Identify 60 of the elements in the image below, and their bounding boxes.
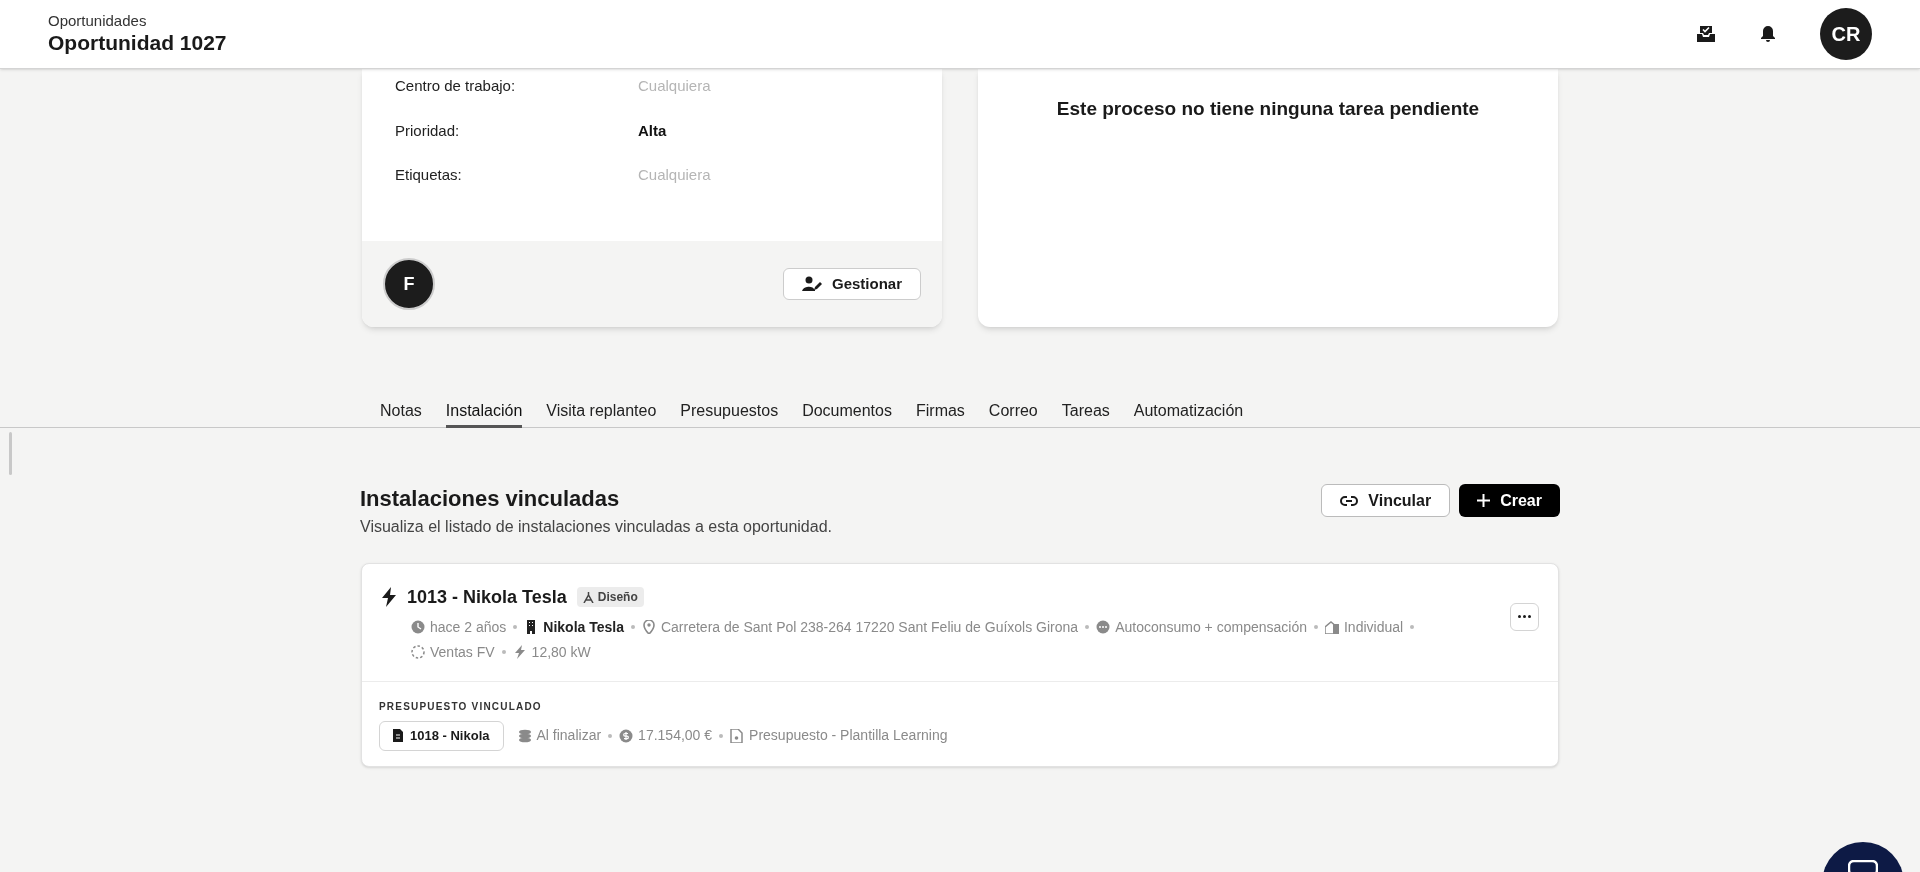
inbox-check-icon[interactable] — [1696, 25, 1716, 43]
chat-dots-icon — [1096, 620, 1111, 634]
owner-avatar[interactable]: F — [383, 258, 435, 310]
link-icon — [1340, 495, 1359, 506]
empty-message: Este proceso no tiene ninguna tarea pendiente — [1056, 97, 1480, 121]
meta-text: Nikola Tesla — [543, 617, 624, 637]
user-avatar[interactable]: CR — [1820, 8, 1872, 60]
dashed-circle-icon — [411, 645, 425, 659]
meta-text: Presupuesto - Plantilla Learning — [749, 726, 948, 745]
field-label: Centro de trabajo: — [395, 76, 517, 96]
lightning-icon — [381, 587, 397, 607]
compass-icon — [582, 591, 594, 603]
meta-text: Autoconsumo + compensación — [1115, 617, 1307, 637]
dollar-coin-icon — [619, 728, 634, 743]
bell-icon[interactable] — [1760, 25, 1776, 43]
house-icon — [1324, 620, 1339, 634]
breadcrumb[interactable]: Oportunidades — [48, 11, 227, 31]
more-icon — [1518, 615, 1531, 618]
tab[interactable]: Instalación — [445, 389, 523, 428]
document-icon — [393, 729, 403, 742]
meta-text: Al finalizar — [536, 726, 602, 745]
tab[interactable]: Visita replanteo — [546, 389, 657, 428]
field-value: Alta — [638, 120, 667, 141]
tab[interactable]: Presupuestos — [680, 389, 779, 428]
budget-chip[interactable]: 1018 - Nikola — [379, 720, 504, 751]
section-title: Instalaciones vinculadas — [360, 485, 621, 513]
budget-label: PRESUPUESTO VINCULADO — [379, 699, 543, 714]
resize-handle[interactable] — [9, 432, 12, 475]
tab[interactable]: Firmas — [915, 389, 965, 428]
clock-icon — [411, 620, 425, 634]
page-title: Oportunidad 1027 — [48, 30, 227, 57]
coins-icon — [517, 728, 532, 743]
create-button[interactable]: Crear — [1459, 484, 1560, 517]
manage-button[interactable]: Gestionar — [782, 268, 921, 300]
lightning-icon — [512, 645, 527, 659]
chat-icon — [1848, 860, 1878, 872]
meta-text: 12,80 kW — [531, 642, 591, 662]
installation-title[interactable]: 1013 - Nikola Tesla — [407, 583, 567, 611]
meta-text: Carretera de Sant Pol 238-264 17220 Sant Feliu de Guíxols Girona — [660, 617, 1079, 637]
status-tag: Diseño — [576, 587, 644, 607]
tab[interactable]: Documentos — [802, 389, 892, 428]
field-input[interactable]: Cualquiera — [638, 75, 888, 98]
meta-text: 17.154,00 € — [638, 726, 713, 745]
document-icon — [730, 728, 745, 743]
field-input[interactable]: Cualquiera — [638, 164, 888, 187]
meta-text: hace 2 años — [430, 617, 507, 637]
meta-text: Ventas FV — [430, 642, 495, 662]
section-subtitle: Visualiza el listado de instalaciones vinculadas a esta oportunidad. — [360, 516, 832, 537]
meta-text: Individual — [1343, 617, 1404, 637]
tab[interactable]: Correo — [988, 389, 1038, 428]
user-edit-icon — [801, 276, 822, 292]
tab[interactable]: Tareas — [1061, 389, 1110, 428]
tab[interactable]: Automatización — [1133, 389, 1244, 428]
link-button[interactable]: Vincular — [1321, 484, 1451, 517]
more-options-button[interactable] — [1510, 602, 1539, 631]
plus-icon — [1477, 494, 1491, 507]
tab[interactable]: Notas — [380, 389, 422, 428]
map-pin-icon — [641, 620, 656, 634]
field-label: Prioridad: — [395, 120, 461, 141]
field-label: Etiquetas: — [395, 165, 463, 185]
